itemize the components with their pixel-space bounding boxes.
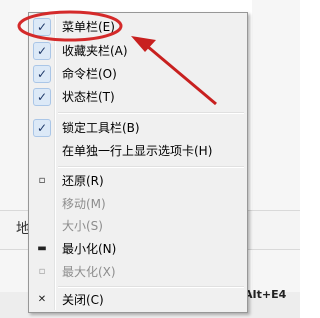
checkmark-icon: ✓: [33, 119, 51, 137]
menu-item-label: 命令栏(O): [62, 67, 117, 81]
background-window-left: [0, 0, 30, 318]
menu-item-label: 还原(R): [62, 174, 104, 188]
menu-item-status-bar[interactable]: ✓ 状态栏(T): [31, 86, 245, 108]
menu-item-label: 最小化(N): [62, 242, 117, 256]
menu-separator: [58, 166, 244, 168]
menu-item-show-tabs-separate-row[interactable]: 在单独一行上显示选项卡(H): [31, 140, 245, 162]
close-icon: ✕: [37, 294, 47, 305]
checkmark-icon: ✓: [33, 42, 51, 60]
checkmark-icon: ✓: [33, 18, 51, 36]
menu-item-label: 最大化(X): [62, 265, 116, 279]
menu-item-label: 大小(S): [62, 219, 103, 233]
menu-item-label: 锁定工具栏(B): [62, 121, 140, 135]
menu-item-size[interactable]: 大小(S): [31, 215, 245, 237]
menu-item-command-bar[interactable]: ✓ 命令栏(O): [31, 63, 245, 85]
menu-separator: [58, 112, 244, 114]
menu-item-menubar[interactable]: ✓ 菜单栏(E): [31, 16, 245, 38]
background-window-right: [252, 0, 300, 318]
checkmark-icon: ✓: [33, 88, 51, 106]
menu-item-label: 在单独一行上显示选项卡(H): [62, 144, 213, 158]
menu-item-move[interactable]: 移动(M): [31, 193, 245, 215]
menu-item-maximize[interactable]: ▫ 最大化(X): [31, 261, 245, 283]
menu-item-minimize[interactable]: ▬ 最小化(N): [31, 238, 245, 260]
menu-item-label: 收藏夹栏(A): [62, 44, 128, 58]
menu-item-restore[interactable]: ▫ 还原(R): [31, 170, 245, 192]
menu-item-label: 菜单栏(E): [62, 20, 115, 34]
restore-icon: ▫: [38, 175, 46, 186]
menu-item-label: 状态栏(T): [62, 90, 115, 104]
context-menu: ✓ 菜单栏(E) ✓ 收藏夹栏(A) ✓ 命令栏(O) ✓ 状态栏(T) ✓ 锁…: [28, 12, 248, 313]
minimize-icon: ▬: [37, 243, 47, 254]
checkmark-icon: ✓: [33, 65, 51, 83]
menu-item-lock-toolbars[interactable]: ✓ 锁定工具栏(B): [31, 117, 245, 139]
menu-separator: [58, 286, 244, 288]
menu-item-label: 关闭(C): [62, 293, 104, 307]
maximize-icon: ▫: [38, 266, 46, 277]
menu-item-label: 移动(M): [62, 197, 106, 211]
menu-item-close[interactable]: ✕ 关闭(C): [31, 289, 245, 311]
shortcut-hint-text: AIt+E4: [244, 288, 287, 301]
menu-item-favorites-bar[interactable]: ✓ 收藏夹栏(A): [31, 40, 245, 62]
